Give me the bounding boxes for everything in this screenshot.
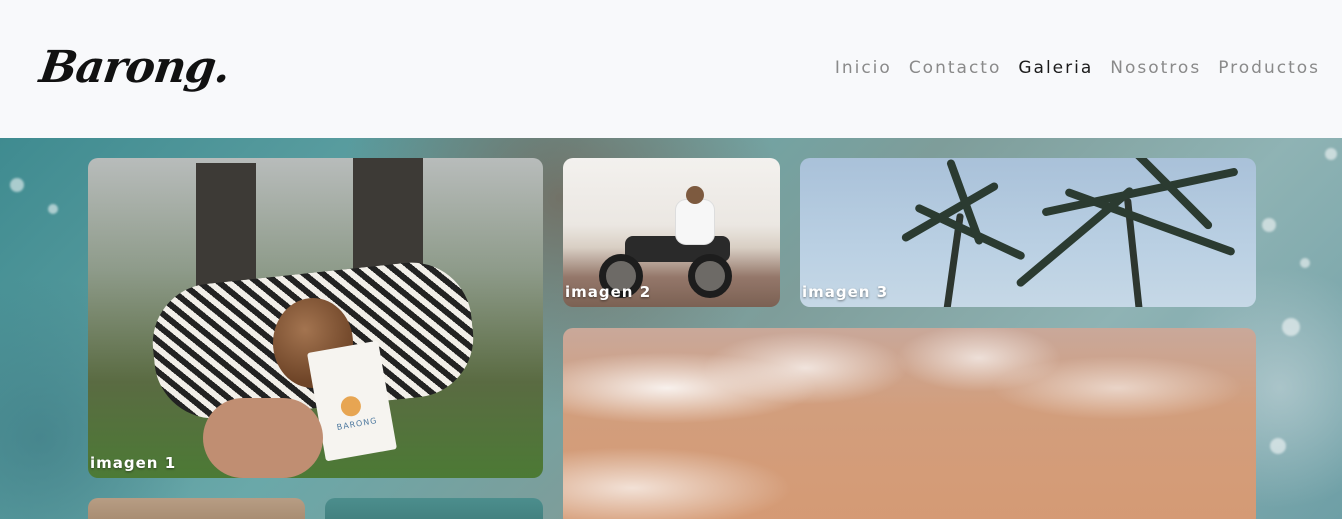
bokeh-dot	[1300, 258, 1310, 268]
rider	[676, 200, 714, 244]
image-caption: imagen 3	[802, 283, 889, 301]
nav-link-inicio[interactable]: Inicio	[835, 58, 892, 78]
nav-link-galeria[interactable]: Galeria	[1018, 58, 1093, 78]
tag-brand: BARONG	[336, 415, 379, 432]
bokeh-dot	[1325, 148, 1337, 160]
bike-wheel-rear	[688, 254, 732, 298]
image-caption: imagen 1	[90, 454, 177, 472]
bokeh-dot	[48, 204, 58, 214]
tag-logo-icon	[339, 394, 363, 418]
nav-link-nosotros[interactable]: Nosotros	[1110, 58, 1201, 78]
gallery-image-4[interactable]	[563, 328, 1256, 519]
image-caption: imagen 2	[565, 283, 652, 301]
site-header: Barong. Inicio Contacto Galeria Nosotros…	[0, 0, 1342, 138]
gallery-image-5[interactable]	[88, 498, 305, 519]
bokeh-dot	[1262, 218, 1276, 232]
gallery-image-6[interactable]	[325, 498, 543, 519]
bokeh-dot	[10, 178, 24, 192]
gallery-image-1[interactable]: BARONG imagen 1	[88, 158, 543, 478]
nav-link-contacto[interactable]: Contacto	[909, 58, 1002, 78]
gallery-image-3[interactable]: imagen 3	[800, 158, 1256, 307]
rider-head	[686, 186, 704, 204]
bokeh-dot	[1282, 318, 1300, 336]
gallery-image-2[interactable]: imagen 2	[563, 158, 780, 307]
logo[interactable]: Barong.	[36, 42, 232, 93]
bokeh-dot	[1270, 438, 1286, 454]
hand	[203, 398, 323, 478]
main-nav: Inicio Contacto Galeria Nosotros Product…	[835, 58, 1320, 78]
nav-link-productos[interactable]: Productos	[1218, 58, 1320, 78]
